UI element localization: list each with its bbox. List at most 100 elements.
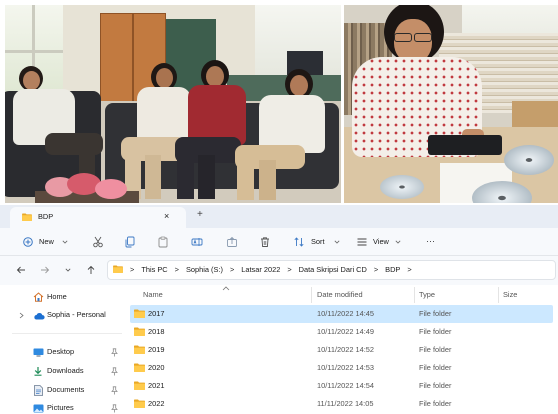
cd-disc — [380, 175, 424, 199]
breadcrumb-separator[interactable]: > — [230, 265, 234, 275]
cloud-icon — [33, 312, 45, 320]
folder-icon — [134, 309, 145, 318]
share-button[interactable] — [223, 232, 241, 252]
breadcrumb-separator[interactable]: > — [287, 265, 291, 275]
row-name: 2020 — [148, 363, 165, 372]
more-options-button[interactable]: ··· — [422, 232, 442, 252]
cabinet-door-line — [132, 13, 134, 105]
breadcrumb-data-skripsi[interactable]: Data Skripsi Dari CD — [299, 265, 367, 275]
document-icon — [34, 385, 43, 396]
tab-bdp[interactable]: BDP × — [10, 207, 186, 228]
photo-cd-work — [344, 5, 558, 203]
tab-close-button[interactable]: × — [164, 211, 169, 221]
folder-icon — [113, 264, 123, 276]
person-legs — [198, 155, 215, 199]
person-face — [156, 68, 173, 88]
breadcrumb-drive[interactable]: Sophia (S:) — [186, 265, 223, 275]
back-arrow-icon[interactable] — [16, 265, 26, 275]
sort-icon — [293, 236, 305, 248]
table-row[interactable]: 2017 10/11/2022 14:45 File folder — [130, 305, 553, 323]
table-row[interactable]: 2020 10/11/2022 14:53 File folder — [130, 359, 553, 377]
new-tab-button[interactable]: + — [197, 210, 203, 220]
row-date-modified: 10/11/2022 14:49 — [317, 327, 374, 336]
tab-strip: BDP × + — [0, 205, 558, 228]
share-icon — [226, 236, 238, 248]
pin-icon[interactable] — [111, 348, 118, 357]
table-row[interactable]: 2021 10/11/2022 14:54 File folder — [130, 377, 553, 395]
pin-icon[interactable] — [111, 367, 118, 376]
flowers — [95, 179, 127, 199]
tab-title: BDP — [38, 212, 54, 221]
breadcrumb-bdp[interactable]: BDP — [385, 265, 400, 275]
download-icon — [33, 366, 43, 376]
column-divider[interactable] — [311, 287, 312, 303]
table-row[interactable]: 2022 11/11/2022 14:05 File folder — [130, 395, 553, 413]
address-row: > This PC > Sophia (S:) > Latsar 2022 > … — [0, 256, 558, 285]
nav-item-onedrive[interactable]: Sophia - Personal — [8, 307, 126, 324]
row-type: File folder — [419, 399, 452, 408]
row-name: 2021 — [148, 381, 165, 390]
address-bar[interactable]: > This PC > Sophia (S:) > Latsar 2022 > … — [107, 260, 556, 280]
breadcrumb-separator[interactable]: > — [175, 265, 179, 275]
sort-button[interactable]: Sort — [290, 232, 342, 252]
chevron-down-icon — [395, 240, 401, 244]
nav-item-downloads[interactable]: Downloads — [8, 363, 126, 380]
column-header-type[interactable]: Type — [419, 290, 435, 300]
chevron-right-icon[interactable] — [19, 312, 24, 319]
column-divider[interactable] — [414, 287, 415, 303]
folder-icon — [134, 363, 145, 372]
paste-button[interactable] — [154, 232, 172, 252]
more-label: ··· — [426, 236, 435, 246]
up-arrow-icon[interactable] — [86, 265, 96, 275]
cut-button[interactable] — [89, 232, 107, 252]
person-shirt — [188, 85, 246, 145]
column-divider[interactable] — [498, 287, 499, 303]
home-icon — [33, 292, 44, 302]
person-legs — [145, 155, 161, 199]
table-row[interactable]: 2019 10/11/2022 14:52 File folder — [130, 341, 553, 359]
breadcrumb-separator[interactable]: > — [130, 265, 134, 275]
row-type: File folder — [419, 309, 452, 318]
breadcrumb-separator[interactable]: > — [374, 265, 378, 275]
person-face — [290, 75, 308, 96]
chevron-down-icon[interactable] — [65, 268, 71, 272]
folder-icon — [22, 213, 32, 221]
breadcrumb-latsar[interactable]: Latsar 2022 — [241, 265, 280, 275]
cd-drive — [428, 135, 502, 155]
nav-item-desktop[interactable]: Desktop — [8, 344, 126, 361]
rename-icon — [191, 236, 203, 248]
breadcrumb-this-pc[interactable]: This PC — [141, 265, 167, 275]
row-type: File folder — [419, 381, 452, 390]
row-date-modified: 10/11/2022 14:53 — [317, 363, 374, 372]
nav-item-home[interactable]: Home — [8, 289, 126, 306]
row-date-modified: 10/11/2022 14:45 — [317, 309, 374, 318]
column-header-name[interactable]: Name — [143, 290, 163, 300]
rename-button[interactable] — [188, 232, 206, 252]
forward-arrow-icon[interactable] — [40, 265, 50, 275]
new-button[interactable]: New — [18, 232, 72, 252]
row-name: 2019 — [148, 345, 165, 354]
nav-item-documents[interactable]: Documents — [8, 382, 126, 399]
pictures-icon — [33, 404, 44, 413]
pin-icon[interactable] — [111, 404, 118, 413]
column-header-size[interactable]: Size — [503, 290, 517, 300]
column-header-date-modified[interactable]: Date modified — [317, 290, 363, 300]
nav-label: Downloads — [47, 366, 84, 375]
photo-meeting — [5, 5, 341, 203]
table-row[interactable]: 2018 10/11/2022 14:49 File folder — [130, 323, 553, 341]
row-date-modified: 11/11/2022 14:05 — [317, 399, 374, 408]
person-face — [23, 71, 40, 90]
pin-icon[interactable] — [111, 386, 118, 395]
folder-icon — [134, 399, 145, 408]
view-button[interactable]: View — [353, 232, 403, 252]
folder-icon — [134, 327, 145, 336]
breadcrumb-separator[interactable]: > — [407, 265, 411, 275]
view-label: View — [373, 237, 389, 246]
person-legs — [259, 160, 276, 200]
nav-label: Sophia - Personal — [47, 310, 106, 319]
paste-icon — [157, 236, 169, 248]
delete-button[interactable] — [256, 232, 274, 252]
nav-item-pictures[interactable]: Pictures — [8, 400, 126, 414]
plus-circle-icon — [23, 237, 33, 247]
copy-button[interactable] — [121, 232, 139, 252]
